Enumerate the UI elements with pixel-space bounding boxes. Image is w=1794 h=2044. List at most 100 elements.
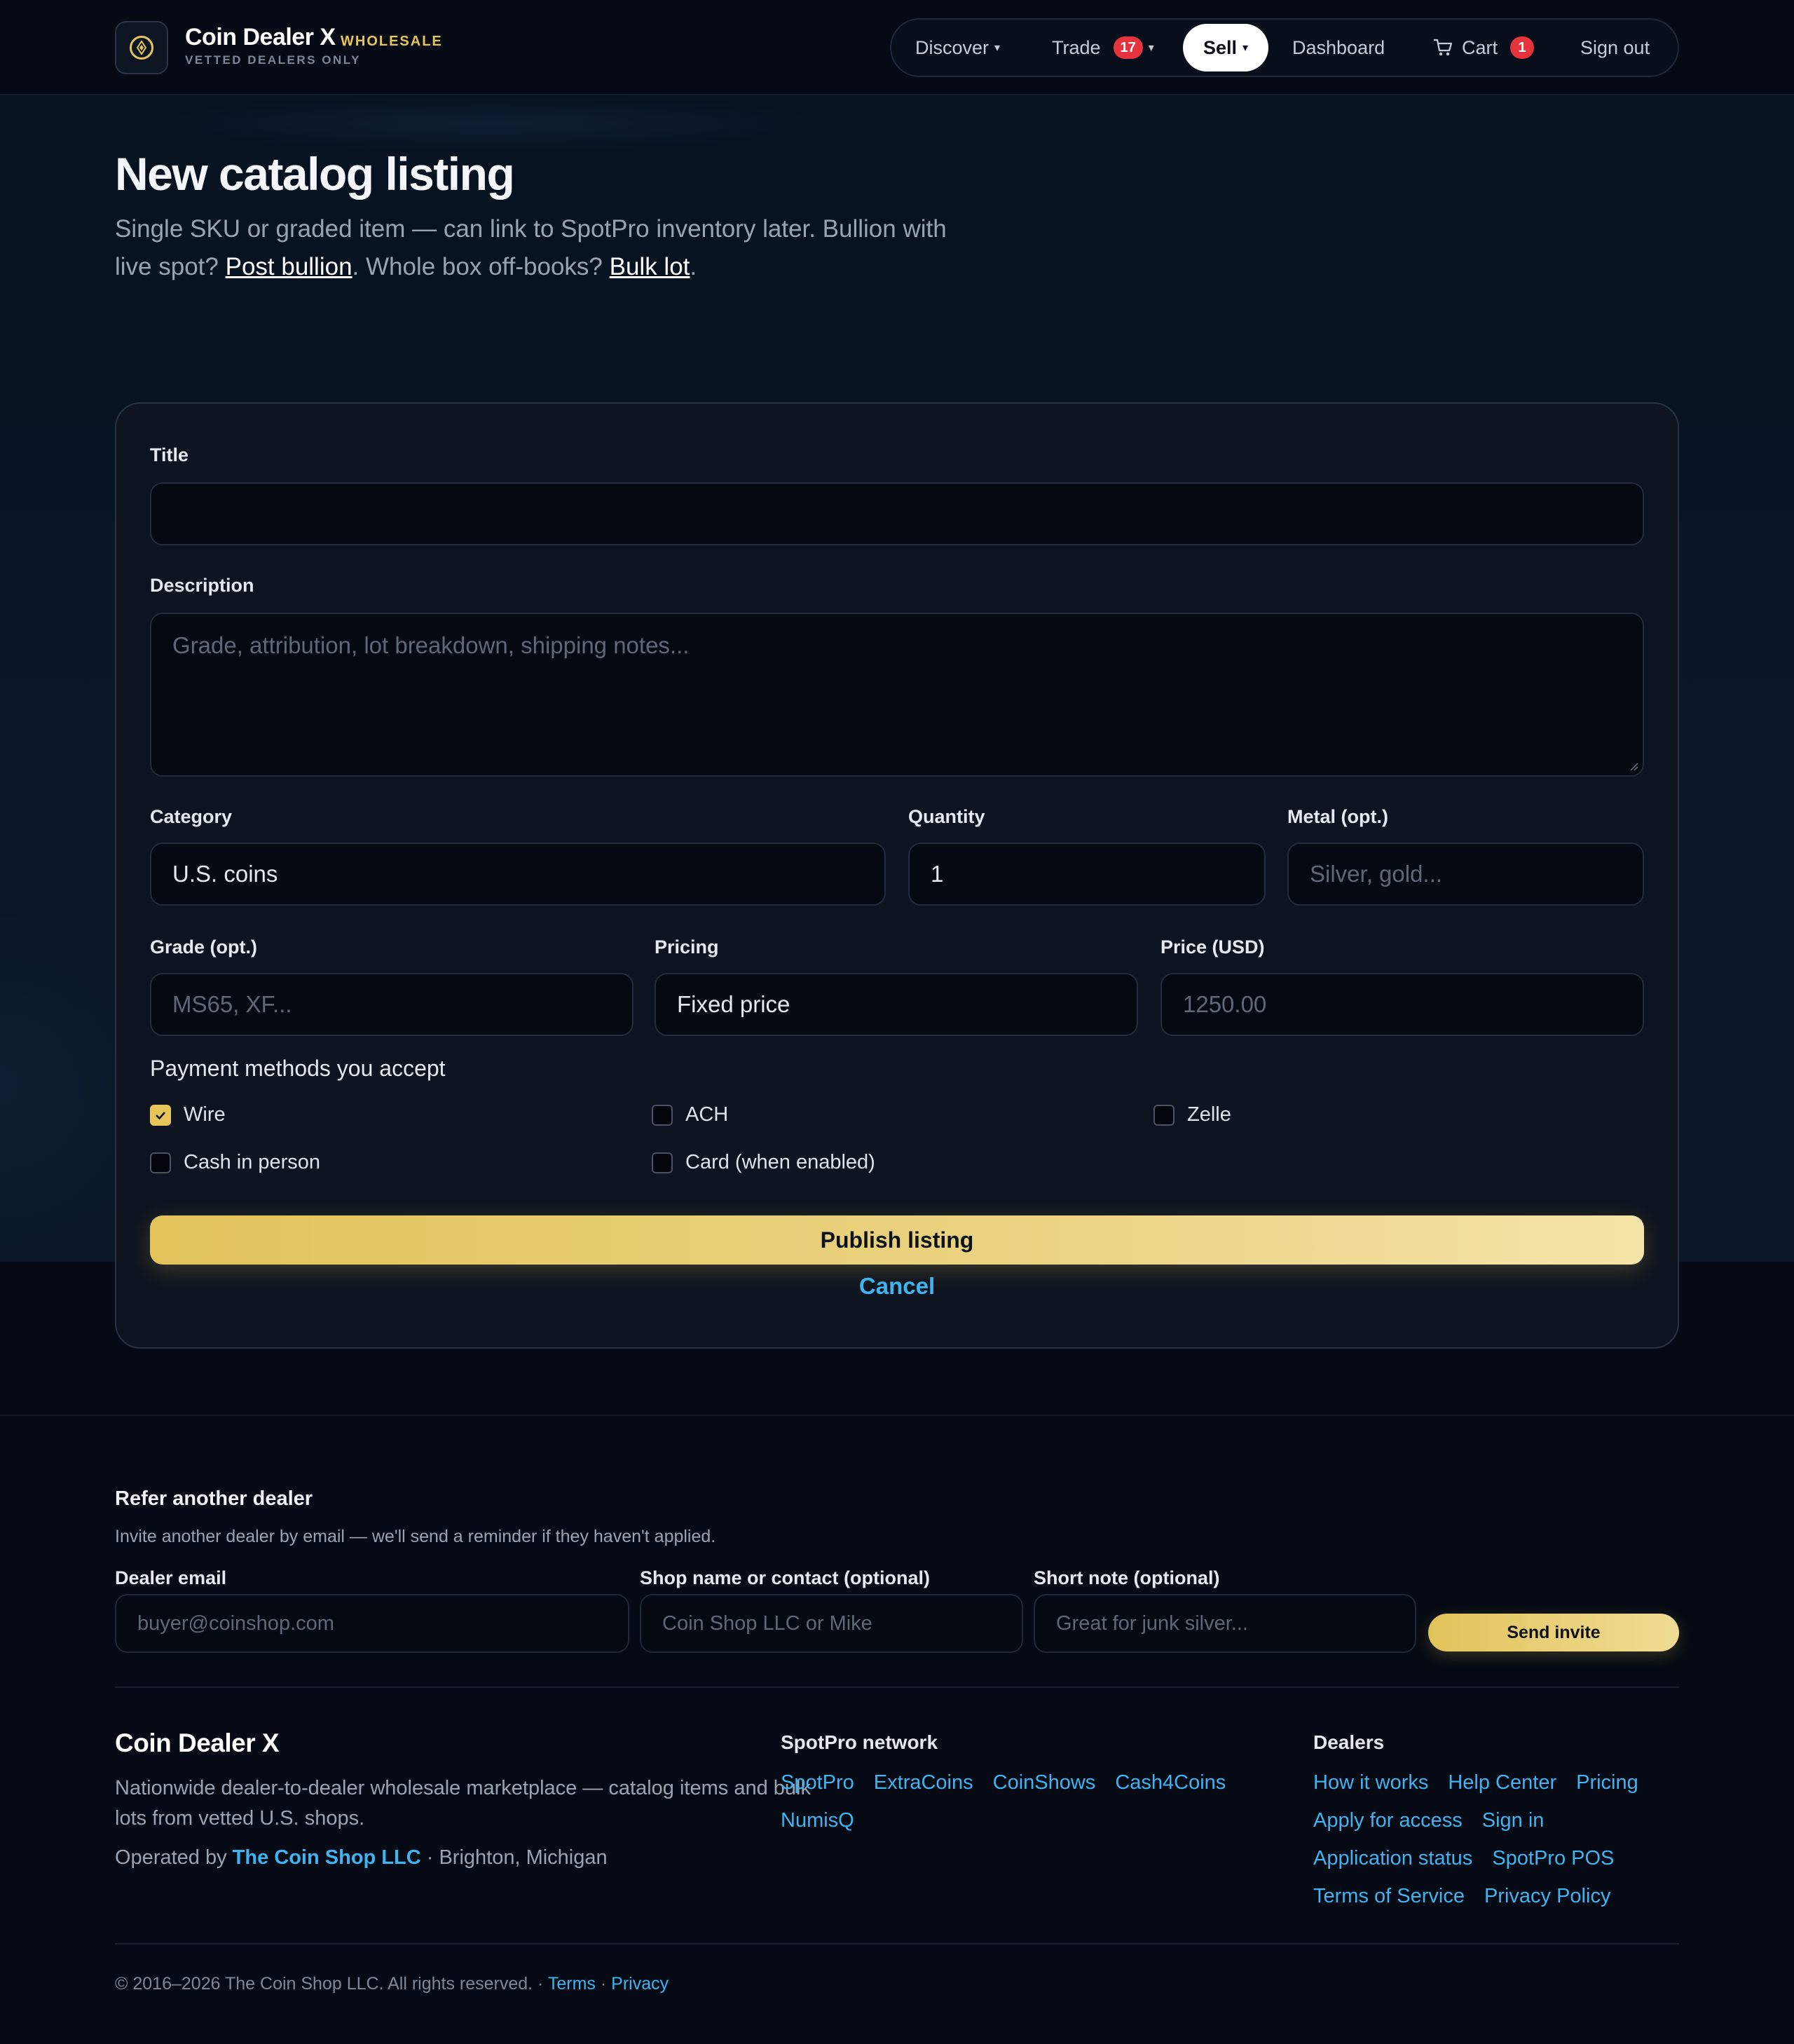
category-select[interactable]: U.S. coins <box>150 843 886 906</box>
nav-menu <box>890 18 1679 77</box>
nav-sell-label: Sell <box>1203 36 1237 58</box>
checkbox[interactable] <box>652 1152 673 1173</box>
page-intro: Single SKU or graded item — can link to … <box>115 210 984 286</box>
short-note-label: Short note (optional) <box>1034 1567 1220 1588</box>
footer-divider <box>115 1687 1679 1688</box>
dealers-link-how-it-works[interactable]: How it works <box>1313 1771 1428 1794</box>
send-invite-button[interactable]: Send invite <box>1428 1614 1679 1651</box>
brand-tag: WHOLESALE <box>341 34 443 49</box>
network-link-numisq[interactable]: NumisQ <box>781 1809 854 1832</box>
intro-text: . Whole box off-books? <box>352 253 610 280</box>
payment-ach[interactable]: ACH <box>652 1103 728 1126</box>
dealers-link-apply[interactable]: Apply for access <box>1313 1809 1463 1832</box>
description-placeholder: Grade, attribution, lot breakdown, shipp… <box>172 632 690 658</box>
network-title: SpotPro network <box>781 1731 938 1753</box>
copyright: © 2016–2026 The Coin Shop LLC. All right… <box>115 1974 669 1994</box>
logo[interactable] <box>115 21 168 74</box>
nav-cart-label: Cart <box>1462 36 1498 58</box>
nav-discover-label: Discover <box>915 36 990 58</box>
network-link-extracoins[interactable]: ExtraCoins <box>874 1771 973 1794</box>
network-links: SpotPro ExtraCoins CoinShows Cash4Coins Numi… <box>781 1764 1271 1839</box>
payment-label: ACH <box>685 1103 729 1126</box>
dealers-link-privacy[interactable]: Privacy Policy <box>1484 1885 1611 1907</box>
shop-name-input[interactable]: Coin Shop LLC or Mike <box>640 1594 1023 1653</box>
bulk-lot-link[interactable]: Bulk lot <box>610 253 690 280</box>
footer-operator: Operated by The Coin Shop LLC · Brighton… <box>115 1846 608 1869</box>
nav-dashboard[interactable]: Dashboard <box>1292 18 1385 77</box>
nav-cart[interactable]: Cart 1 <box>1432 18 1535 77</box>
operator-company-link[interactable]: The Coin Shop LLC <box>233 1846 421 1869</box>
quantity-label: Quantity <box>908 806 985 827</box>
title-input[interactable] <box>150 482 1644 545</box>
cancel-link[interactable]: Cancel <box>0 1273 1794 1300</box>
shop-name-label: Shop name or contact (optional) <box>640 1567 931 1588</box>
checkbox[interactable] <box>652 1104 673 1126</box>
post-bullion-link[interactable]: Post bullion <box>226 253 352 280</box>
payment-label: Zelle <box>1187 1103 1231 1126</box>
dealers-link-sign-in[interactable]: Sign in <box>1482 1809 1545 1832</box>
nav-signout[interactable]: Sign out <box>1580 18 1650 77</box>
nav-trade[interactable]: Trade 17 ▾ <box>1052 18 1154 77</box>
publish-listing-button[interactable]: Publish listing <box>150 1215 1644 1265</box>
metal-input[interactable]: Silver, gold... <box>1287 843 1644 906</box>
network-link-cash4coins[interactable]: Cash4Coins <box>1115 1771 1226 1794</box>
page-title: New catalog listing <box>115 148 515 200</box>
dealers-links: How it works Help Center Pricing Apply for … <box>1313 1764 1706 1915</box>
metal-label: Metal (opt.) <box>1287 806 1388 827</box>
price-label: Price (USD) <box>1160 936 1265 958</box>
dealers-link-pricing[interactable]: Pricing <box>1576 1771 1638 1794</box>
chevron-down-icon: ▾ <box>1148 42 1154 54</box>
payment-cash[interactable]: Cash in person <box>150 1151 320 1174</box>
payment-zelle[interactable]: Zelle <box>1153 1103 1231 1126</box>
nav-signout-label: Sign out <box>1580 36 1650 58</box>
nav-trade-label: Trade <box>1052 36 1101 58</box>
footer-brand: Coin Dealer X <box>115 1729 280 1757</box>
copyright-divider <box>115 1943 1679 1944</box>
description-textarea[interactable]: Grade, attribution, lot breakdown, shipp… <box>150 613 1644 777</box>
network-link-coinshows[interactable]: CoinShows <box>993 1771 1096 1794</box>
copyright-text: © 2016–2026 The Coin Shop LLC. All right… <box>115 1974 548 1994</box>
terms-link[interactable]: Terms <box>548 1974 596 1994</box>
hero-glow <box>140 95 841 151</box>
brand-subtitle: VETTED DEALERS ONLY <box>185 53 361 67</box>
checkbox[interactable] <box>150 1152 171 1173</box>
dealers-link-help-center[interactable]: Help Center <box>1448 1771 1556 1794</box>
payment-wire[interactable]: Wire <box>150 1103 226 1126</box>
dealers-link-application-status[interactable]: Application status <box>1313 1847 1472 1869</box>
pricing-label: Pricing <box>655 936 719 958</box>
privacy-link[interactable]: Privacy <box>611 1974 669 1994</box>
short-note-input[interactable]: Great for junk silver... <box>1034 1594 1416 1653</box>
payment-label: Cash in person <box>184 1151 321 1173</box>
description-label: Description <box>150 575 254 596</box>
chevron-down-icon: ▾ <box>1242 42 1249 54</box>
dealers-link-spotpro-pos[interactable]: SpotPro POS <box>1492 1847 1614 1869</box>
nav-sell[interactable]: Sell ▾ <box>1183 24 1268 71</box>
refer-title: Refer another dealer <box>115 1487 313 1510</box>
dealers-title: Dealers <box>1313 1731 1385 1753</box>
price-input[interactable]: 1250.00 <box>1160 973 1644 1036</box>
nav-dashboard-label: Dashboard <box>1292 36 1385 58</box>
network-link-spotpro[interactable]: SpotPro <box>781 1771 854 1794</box>
cart-count-badge: 1 <box>1510 36 1535 59</box>
intro-text: . <box>690 253 697 280</box>
separator: · <box>595 1974 612 1994</box>
refer-subtitle: Invite another dealer by email — we'll s… <box>115 1527 716 1546</box>
category-label: Category <box>150 806 233 827</box>
section-divider <box>0 1415 1794 1416</box>
dealer-email-input[interactable]: buyer@coinshop.com <box>115 1594 629 1653</box>
checkbox-checked[interactable] <box>150 1104 171 1126</box>
grade-label: Grade (opt.) <box>150 936 257 958</box>
resize-grip-icon[interactable] <box>1627 760 1638 771</box>
payment-card[interactable]: Card (when enabled) <box>652 1151 875 1174</box>
footer-description: Nationwide dealer-to-dealer wholesale ma… <box>115 1777 811 1830</box>
chevron-down-icon: ▾ <box>994 42 1001 54</box>
dealers-link-terms[interactable]: Terms of Service <box>1313 1885 1465 1907</box>
payment-methods-title: Payment methods you accept <box>150 1056 446 1081</box>
dealer-email-label: Dealer email <box>115 1567 227 1588</box>
brand-name[interactable]: Coin Dealer X <box>185 24 336 51</box>
quantity-input[interactable]: 1 <box>908 843 1266 906</box>
nav-discover[interactable]: Discover ▾ <box>915 18 1000 77</box>
pricing-select[interactable]: Fixed price <box>655 973 1138 1036</box>
checkbox[interactable] <box>1153 1104 1175 1126</box>
grade-input[interactable]: MS65, XF... <box>150 973 634 1036</box>
